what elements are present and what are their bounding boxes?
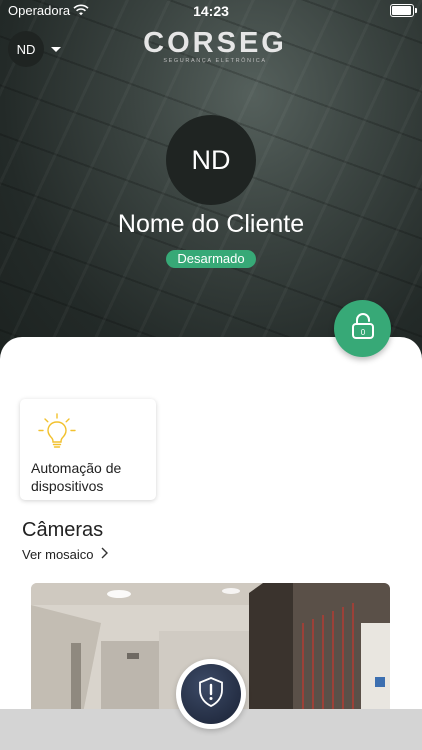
client-name: Nome do Cliente	[117, 210, 305, 238]
profile-initials: ND	[191, 144, 231, 175]
view-mosaic-label: Ver mosaico	[22, 547, 94, 562]
chevron-down-icon[interactable]	[51, 47, 61, 52]
panic-button-inner	[181, 664, 241, 724]
account-avatar-button[interactable]: ND	[8, 31, 44, 67]
lightbulb-icon	[36, 411, 78, 458]
brand-logo: CORSEG SEGURANÇA ELETRÔNICA	[120, 27, 310, 64]
shortcut-label: Automação de dispositivos	[31, 460, 122, 494]
shield-alert-icon	[197, 676, 225, 713]
brand-name: CORSEG	[143, 27, 287, 59]
battery-icon	[390, 4, 417, 17]
cameras-section-title: Câmeras	[22, 519, 104, 541]
status-bar: Operadora 14:23	[0, 0, 422, 22]
status-time: 14:23	[193, 3, 229, 19]
unlocked-padlock-icon: 0	[350, 312, 376, 345]
view-mosaic-link[interactable]: Ver mosaico	[22, 547, 108, 562]
profile-avatar: ND	[166, 115, 256, 205]
status-badge: Desarmado	[166, 250, 256, 268]
shortcut-card-automation[interactable]: Automação de dispositivos	[20, 399, 156, 500]
account-initials: ND	[16, 41, 36, 57]
svg-text:0: 0	[360, 328, 365, 337]
arm-toggle-button[interactable]: 0	[334, 300, 391, 357]
chevron-right-icon	[100, 547, 108, 562]
panic-button[interactable]	[176, 659, 246, 729]
